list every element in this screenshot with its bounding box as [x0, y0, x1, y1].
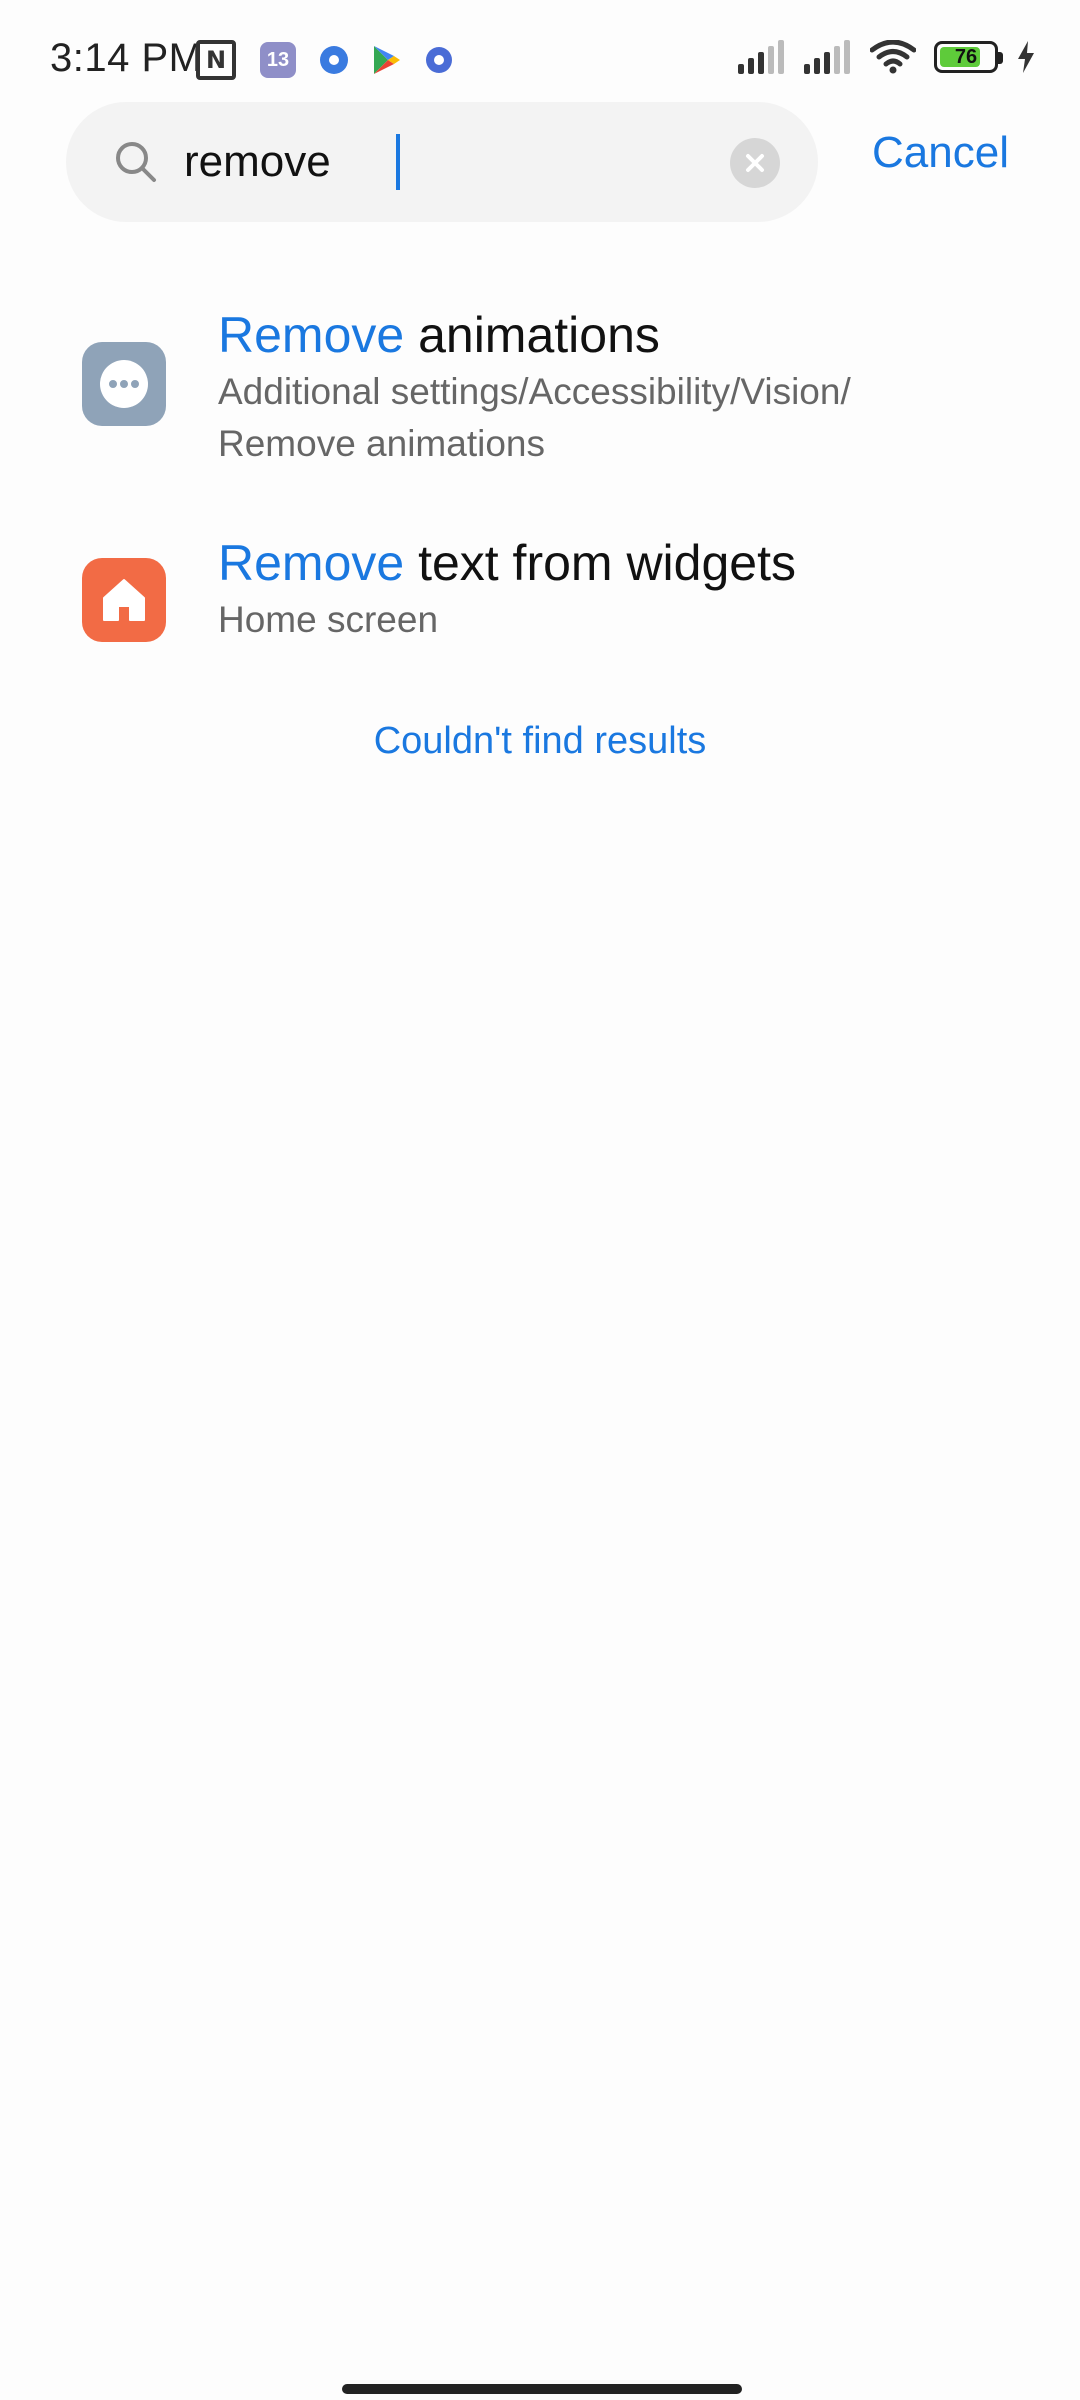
- cell-signal-icon: [738, 40, 784, 74]
- no-more-results-label: Couldn't find results: [373, 720, 707, 762]
- play-store-icon: [374, 46, 400, 74]
- battery-icon: 76: [934, 41, 1003, 73]
- cancel-button[interactable]: Cancel: [872, 128, 1009, 178]
- status-time: 3:14 PM: [50, 36, 203, 80]
- result-path: Additional settings/Accessibility/Vision…: [218, 371, 851, 412]
- settings-gear-icon: [320, 46, 348, 74]
- search-icon: [116, 142, 156, 182]
- result-title: Remove text from widgets: [218, 532, 1020, 594]
- clear-search-button[interactable]: [730, 138, 780, 188]
- result-path: Home screen: [218, 599, 439, 640]
- home-indicator[interactable]: [342, 2384, 742, 2394]
- notification-icons: N 13: [196, 40, 452, 80]
- result-title-rest: animations: [404, 307, 660, 363]
- cell-signal-icon: [804, 40, 850, 74]
- charging-bolt-icon: [1018, 41, 1034, 73]
- search-input[interactable]: [184, 132, 744, 192]
- settings-search-screen: 3:14 PM N 13 76 remove Cancel Remove ani…: [0, 0, 1080, 2400]
- search-bar[interactable]: [66, 102, 818, 222]
- result-title: Remove animations: [218, 304, 1020, 366]
- result-text: Remove text from widgets Home screen: [218, 532, 1020, 646]
- battery-percent: 76: [954, 45, 978, 68]
- status-bar: 3:14 PM N 13 76: [0, 0, 1080, 110]
- system-status-icons: 76: [738, 40, 1036, 74]
- result-title-rest: text from widgets: [404, 535, 796, 591]
- nfc-icon: N: [196, 40, 236, 80]
- result-path-line2: Remove animations: [218, 423, 545, 464]
- wifi-icon: [870, 40, 916, 74]
- app-13-icon: 13: [260, 42, 296, 78]
- search-result-remove-text-from-widgets[interactable]: Remove text from widgets Home screen: [0, 530, 1080, 660]
- home-icon: [82, 558, 166, 642]
- settings-gear-small-icon: [426, 47, 452, 73]
- close-icon: [746, 154, 764, 172]
- search-result-remove-animations[interactable]: Remove animations Additional settings/Ac…: [0, 300, 1080, 480]
- more-dots-icon: [82, 342, 166, 426]
- text-cursor: [396, 134, 400, 190]
- result-title-highlight: Remove: [218, 535, 405, 591]
- result-text: Remove animations Additional settings/Ac…: [218, 304, 1020, 470]
- result-title-highlight: Remove: [218, 307, 405, 363]
